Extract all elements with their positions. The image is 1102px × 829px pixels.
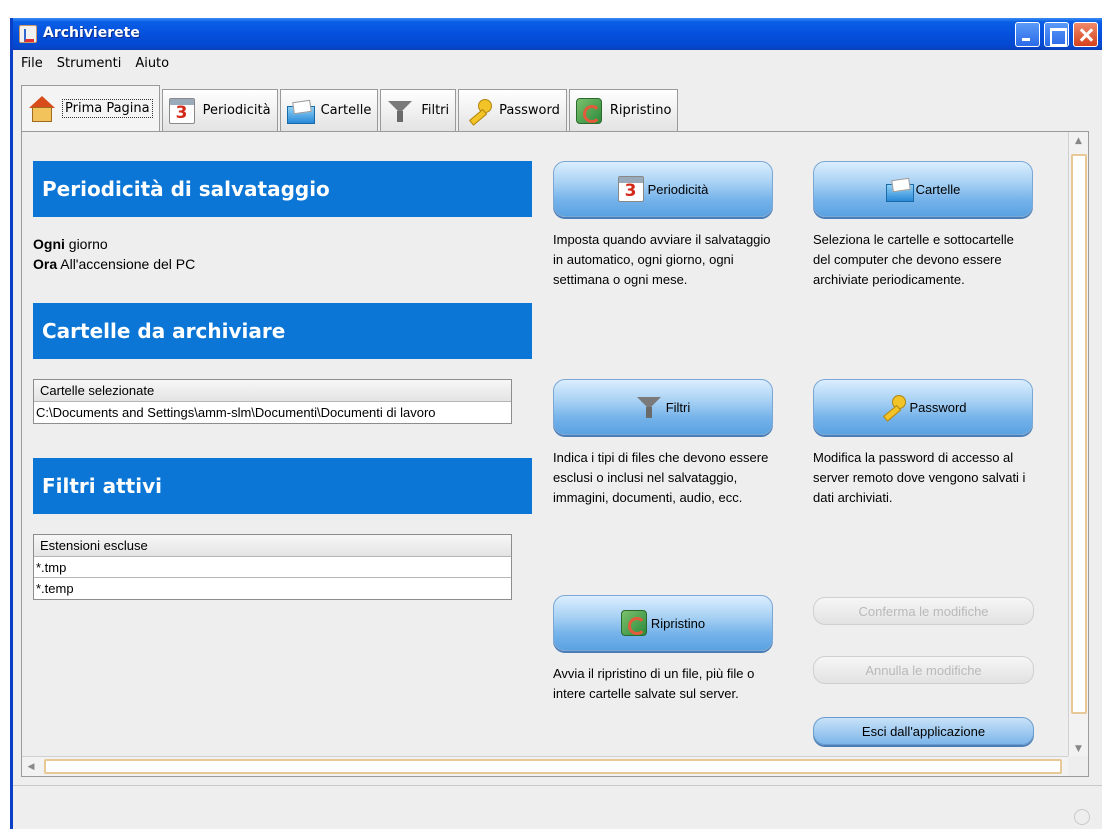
- password-description: Modifica la password di accesso al serve…: [813, 450, 1026, 505]
- time-value: All'accensione del PC: [60, 256, 196, 272]
- key-icon: [879, 394, 907, 420]
- button-label: Ripristino: [650, 615, 706, 631]
- tab-label: Password: [499, 103, 560, 118]
- ripristino-description: Avvia il ripristino di un file, più file…: [553, 666, 755, 701]
- scroll-left-arrow-icon[interactable]: ◀: [22, 757, 40, 776]
- exit-app-button[interactable]: Esci dall'applicazione: [813, 717, 1034, 745]
- key-icon: [465, 98, 493, 124]
- window-title: Archivierete: [43, 25, 140, 41]
- filtri-description: Indica i tipi di files che devono essere…: [553, 450, 769, 505]
- frequency-line: Ogni giorno: [33, 236, 108, 252]
- folders-section-header: Cartelle da archiviare: [33, 303, 532, 359]
- vertical-scroll-thumb[interactable]: [1071, 154, 1087, 714]
- menu-aiuto[interactable]: Aiuto: [131, 54, 173, 73]
- button-label: Password: [909, 399, 967, 415]
- vertical-scrollbar[interactable]: ▲ ▼: [1068, 132, 1088, 758]
- menu-bar: File Strumenti Aiuto: [13, 50, 1102, 76]
- horizontal-scrollbar[interactable]: ◀ ▶: [22, 756, 1082, 776]
- selected-folders-table[interactable]: Cartelle selezionate C:\Documents and Se…: [33, 379, 512, 424]
- tab-bar: Prima Pagina Periodicità Cartelle Filtri…: [21, 85, 680, 131]
- tab-label: Periodicità: [202, 103, 271, 118]
- periodicity-section-header: Periodicità di salvataggio: [33, 161, 532, 217]
- tab-label: Prima Pagina: [62, 99, 153, 118]
- time-label: Ora: [33, 256, 58, 272]
- table-row[interactable]: *.tmp: [34, 557, 511, 578]
- periodicita-button[interactable]: Periodicità: [553, 161, 773, 217]
- funnel-icon: [387, 98, 413, 124]
- calendar-icon: [617, 176, 644, 202]
- frequency-value: giorno: [68, 236, 108, 252]
- house-icon: [28, 95, 55, 122]
- cartelle-description: Seleziona le cartelle e sottocartelle de…: [813, 232, 1014, 287]
- tab-label: Cartelle: [320, 103, 372, 118]
- password-button[interactable]: Password: [813, 379, 1033, 435]
- title-bar[interactable]: Archivierete: [13, 18, 1102, 50]
- tab-label: Ripristino: [609, 103, 672, 118]
- app-window: Archivierete File Strumenti Aiuto Prima …: [10, 18, 1102, 829]
- close-button[interactable]: [1073, 22, 1098, 47]
- funnel-icon: [636, 394, 662, 420]
- folder-icon: [885, 176, 914, 202]
- java-app-icon: [19, 25, 37, 43]
- menu-strumenti[interactable]: Strumenti: [53, 54, 126, 73]
- restore-icon: [575, 97, 602, 124]
- calendar-icon: [168, 97, 195, 124]
- menu-file[interactable]: File: [17, 54, 47, 73]
- maximize-button[interactable]: [1044, 22, 1069, 47]
- minimize-button[interactable]: [1015, 22, 1040, 47]
- tab-periodicita[interactable]: Periodicità: [161, 89, 278, 131]
- scroll-up-arrow-icon[interactable]: ▲: [1069, 132, 1088, 150]
- table-header: Cartelle selezionate: [34, 380, 511, 402]
- table-row[interactable]: C:\Documents and Settings\amm-slm\Docume…: [34, 402, 511, 423]
- button-label: Cartelle: [915, 181, 961, 197]
- folder-icon: [286, 98, 315, 124]
- filtri-button[interactable]: Filtri: [553, 379, 773, 435]
- status-bar: [13, 785, 1102, 829]
- tab-ripristino[interactable]: Ripristino: [568, 89, 679, 131]
- excluded-extensions-table[interactable]: Estensioni escluse *.tmp *.temp: [33, 534, 512, 600]
- time-line: Ora All'accensione del PC: [33, 256, 195, 272]
- tab-prima-pagina[interactable]: Prima Pagina: [21, 85, 160, 131]
- table-header: Estensioni escluse: [34, 535, 511, 557]
- restore-icon: [620, 610, 647, 636]
- busy-indicator-icon: [1074, 809, 1090, 825]
- tab-password[interactable]: Password: [458, 89, 567, 131]
- home-panel: Periodicità di salvataggio Ogni giorno O…: [21, 131, 1089, 777]
- cancel-changes-button[interactable]: Annulla le modifiche: [813, 656, 1034, 684]
- table-row[interactable]: *.temp: [34, 578, 511, 599]
- confirm-changes-button[interactable]: Conferma le modifiche: [813, 597, 1034, 625]
- filters-section-header: Filtri attivi: [33, 458, 532, 514]
- cartelle-button[interactable]: Cartelle: [813, 161, 1033, 217]
- button-label: Filtri: [665, 399, 691, 415]
- frequency-label: Ogni: [33, 236, 65, 252]
- tab-cartelle[interactable]: Cartelle: [279, 89, 379, 131]
- tab-label: Filtri: [421, 103, 450, 118]
- horizontal-scroll-thumb[interactable]: [44, 759, 1062, 774]
- tab-filtri[interactable]: Filtri: [380, 89, 457, 131]
- button-label: Periodicità: [647, 181, 709, 197]
- scroll-corner: [1068, 756, 1088, 776]
- periodicita-description: Imposta quando avviare il salvataggio in…: [553, 232, 771, 287]
- ripristino-button[interactable]: Ripristino: [553, 595, 773, 651]
